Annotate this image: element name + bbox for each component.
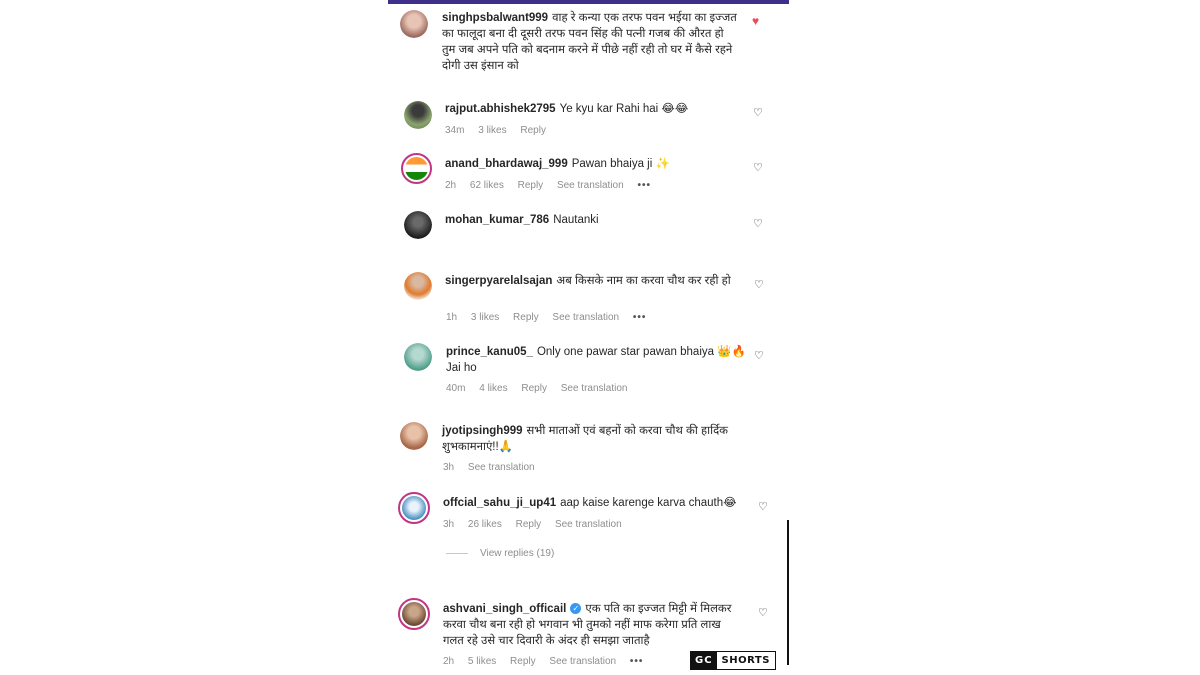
- avatar[interactable]: [404, 272, 432, 300]
- heart-outline-icon[interactable]: ♡: [758, 502, 768, 513]
- reply-button[interactable]: Reply: [516, 519, 542, 530]
- comment-time: 3h: [443, 462, 455, 473]
- heart-outline-icon[interactable]: ♡: [753, 219, 763, 230]
- comment-body: Pawan bhaiya ji ✨: [571, 158, 670, 170]
- comment-body: Nautanki: [553, 214, 599, 226]
- view-replies-label[interactable]: View replies (19): [480, 548, 554, 559]
- replies-divider: [446, 552, 468, 554]
- comment-time: 40m: [446, 383, 466, 394]
- comment-meta: 34m 3 likes Reply: [445, 125, 557, 136]
- heart-outline-icon[interactable]: ♡: [754, 280, 764, 291]
- comment-body: Ye kyu kar Rahi hai 😂😂: [559, 103, 689, 115]
- avatar[interactable]: [400, 422, 428, 450]
- comment-meta: 1h 3 likes Reply See translation •••: [446, 312, 657, 323]
- more-dots-icon[interactable]: •••: [630, 656, 644, 667]
- gc-shorts-watermark: GC SHORTS: [690, 651, 776, 670]
- comment-meta: 2h 62 likes Reply See translation •••: [445, 180, 662, 191]
- view-replies-button[interactable]: View replies (19): [446, 548, 554, 559]
- comment-meta: 3h See translation: [443, 462, 546, 473]
- watermark-shorts: SHORTS: [721, 655, 770, 666]
- see-translation-link[interactable]: See translation: [561, 383, 628, 394]
- avatar[interactable]: [400, 10, 428, 38]
- comment-likes[interactable]: 62 likes: [470, 180, 504, 191]
- comment-text: prince_kanu05_ Only one pawar star pawan …: [446, 344, 746, 376]
- watermark-gc: GC: [691, 652, 717, 669]
- see-translation-link[interactable]: See translation: [552, 312, 619, 323]
- comment-likes[interactable]: 4 likes: [479, 383, 507, 394]
- comment-likes[interactable]: 3 likes: [471, 312, 499, 323]
- heart-outline-icon[interactable]: ♡: [754, 351, 764, 362]
- heart-outline-icon[interactable]: ♡: [753, 163, 763, 174]
- comment-likes[interactable]: 5 likes: [468, 656, 496, 667]
- see-translation-link[interactable]: See translation: [557, 180, 624, 191]
- comment-meta: 3h 26 likes Reply See translation: [443, 519, 633, 530]
- comment-body: अब किसके नाम का करवा चौथ कर रही हो: [556, 275, 731, 287]
- heart-filled-icon[interactable]: ♥: [752, 15, 759, 27]
- comment-username[interactable]: jyotipsingh999: [442, 425, 523, 437]
- comment-text: mohan_kumar_786 Nautanki: [445, 212, 745, 228]
- see-translation-link[interactable]: See translation: [549, 656, 616, 667]
- more-dots-icon[interactable]: •••: [637, 180, 651, 191]
- avatar[interactable]: [404, 101, 432, 129]
- reply-button[interactable]: Reply: [518, 180, 544, 191]
- comment-likes[interactable]: 26 likes: [468, 519, 502, 530]
- comment-text: jyotipsingh999 सभी माताओं एवं बहनों को कर…: [442, 423, 752, 455]
- avatar[interactable]: [398, 492, 430, 524]
- avatar[interactable]: [404, 343, 432, 371]
- verified-badge-icon: ✓: [570, 603, 582, 615]
- comment-username[interactable]: offcial_sahu_ji_up41: [443, 497, 556, 509]
- comment-text: singhpsbalwant999 वाह रे कन्या एक तरफ पवन…: [442, 10, 740, 74]
- reply-button[interactable]: Reply: [510, 656, 536, 667]
- comment-meta: 2h 5 likes Reply See translation •••: [443, 656, 654, 667]
- more-dots-icon[interactable]: •••: [633, 312, 647, 323]
- reply-button[interactable]: Reply: [520, 125, 546, 136]
- top-accent-bar: [388, 0, 789, 4]
- comment-text: rajput.abhishek2795 Ye kyu kar Rahi hai 😂…: [445, 101, 745, 117]
- comment-text: anand_bhardawaj_999 Pawan bhaiya ji ✨: [445, 156, 745, 172]
- see-translation-link[interactable]: See translation: [468, 462, 535, 473]
- see-translation-link[interactable]: See translation: [555, 519, 622, 530]
- reply-button[interactable]: Reply: [513, 312, 539, 323]
- comment-body: aap kaise karenge karva chauth😂: [560, 497, 737, 509]
- avatar[interactable]: [404, 211, 432, 239]
- comment-username[interactable]: singerpyarelalsajan: [445, 275, 552, 287]
- heart-outline-icon[interactable]: ♡: [753, 108, 763, 119]
- heart-outline-icon[interactable]: ♡: [758, 608, 768, 619]
- avatar[interactable]: [398, 598, 430, 630]
- comment-meta: 40m 4 likes Reply See translation: [446, 383, 638, 394]
- comment-time: 34m: [445, 125, 465, 136]
- comment-username[interactable]: rajput.abhishek2795: [445, 103, 556, 115]
- comment-text: ashvani_singh_officail ✓ एक पति का इज्जत म…: [443, 601, 743, 649]
- divider-line: [787, 520, 789, 665]
- comment-username[interactable]: prince_kanu05_: [446, 346, 533, 358]
- reply-button[interactable]: Reply: [521, 383, 547, 394]
- comment-text: singerpyarelalsajan अब किसके नाम का करवा …: [445, 273, 737, 289]
- comment-likes[interactable]: 3 likes: [478, 125, 506, 136]
- comment-time: 1h: [446, 312, 458, 323]
- comment-time: 3h: [443, 519, 455, 530]
- comment-time: 2h: [445, 180, 457, 191]
- comment-time: 2h: [443, 656, 455, 667]
- comment-username[interactable]: ashvani_singh_officail: [443, 603, 566, 615]
- comment-username[interactable]: anand_bhardawaj_999: [445, 158, 568, 170]
- comment-username[interactable]: singhpsbalwant999: [442, 12, 548, 24]
- comment-text: offcial_sahu_ji_up41 aap kaise karenge ka…: [443, 495, 743, 511]
- avatar[interactable]: [401, 153, 432, 184]
- comment-username[interactable]: mohan_kumar_786: [445, 214, 549, 226]
